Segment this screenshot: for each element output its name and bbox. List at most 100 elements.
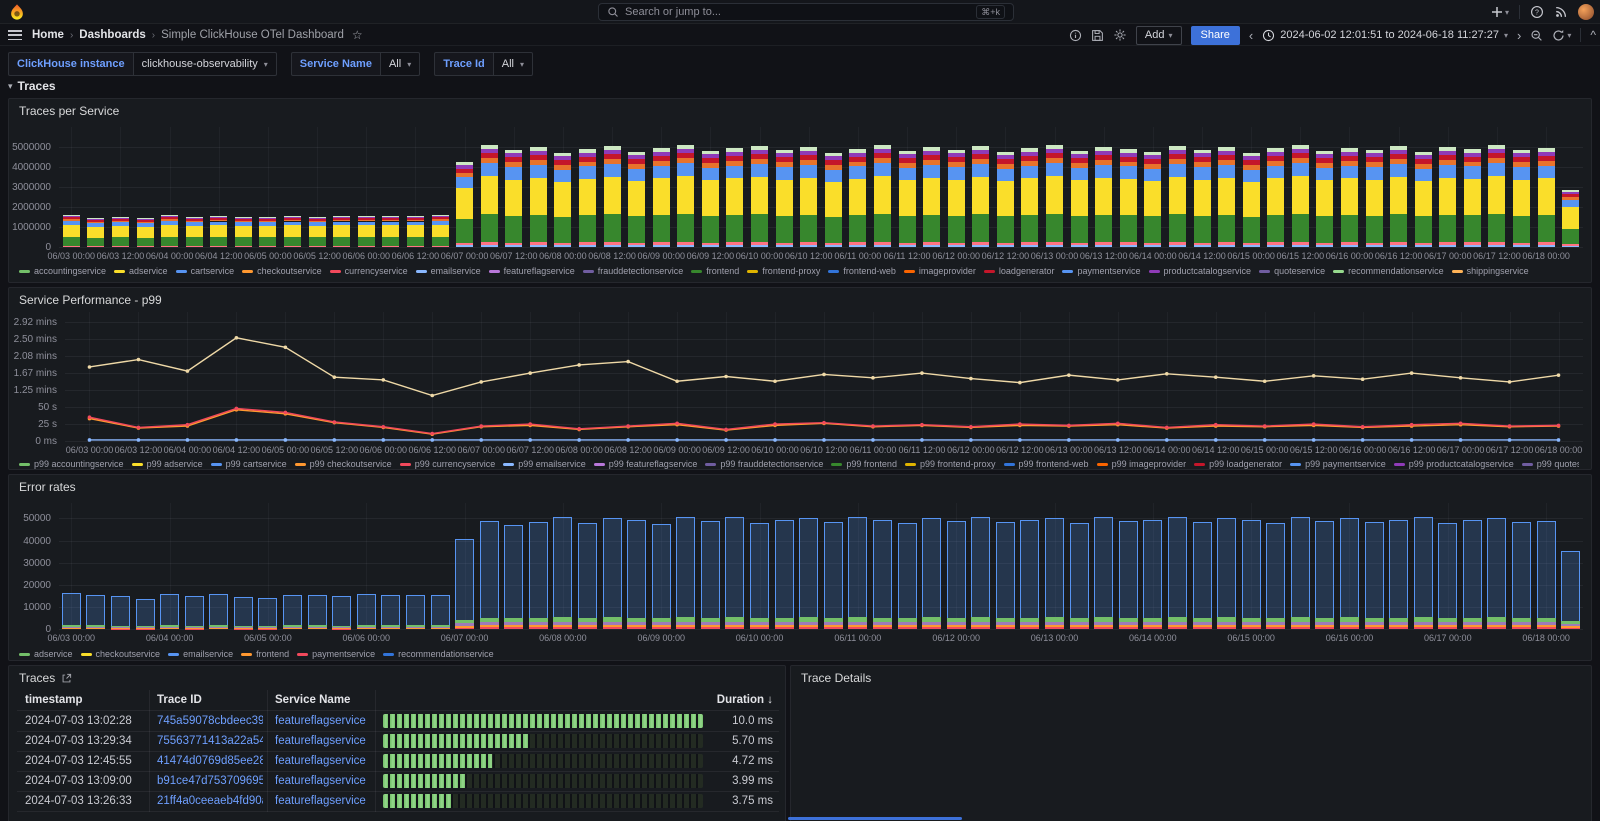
grafana-logo[interactable] xyxy=(8,3,26,21)
legend-item[interactable]: recommendationservice xyxy=(1333,266,1444,276)
legend-item[interactable]: p99 imageprovider xyxy=(1097,459,1187,469)
search-input[interactable]: Search or jump to... ⌘+k xyxy=(598,3,1014,21)
legend-item[interactable]: checkoutservice xyxy=(81,649,161,659)
news-button[interactable] xyxy=(1554,5,1568,19)
col-header-trace-id[interactable]: Trace ID xyxy=(157,694,202,706)
new-button[interactable]: ▾ xyxy=(1491,6,1509,18)
legend-item[interactable]: frauddetectionservice xyxy=(583,266,684,276)
menu-toggle-icon[interactable] xyxy=(8,30,22,40)
legend-item[interactable]: adservice xyxy=(114,266,168,276)
panel-title[interactable]: Service Performance - p99 xyxy=(19,293,162,307)
bar-segment-paymentservice xyxy=(381,628,400,629)
legend-item[interactable]: shippingservice xyxy=(1452,266,1529,276)
panel-title[interactable]: Trace Details xyxy=(801,671,871,685)
legend-item[interactable]: imageprovider xyxy=(904,266,976,276)
legend-item[interactable]: emailservice xyxy=(168,649,233,659)
variable-value-dropdown[interactable]: All▾ xyxy=(493,52,533,76)
time-range-picker[interactable]: 2024-06-02 12:01:51 to 2024-06-18 11:27:… xyxy=(1262,29,1508,42)
share-button[interactable]: Share xyxy=(1191,26,1240,45)
panel-title[interactable]: Error rates xyxy=(19,480,76,494)
legend-item[interactable]: cartservice xyxy=(176,266,235,276)
cell-trace-id-link[interactable]: b91ce47d753709695f1d... xyxy=(157,775,263,787)
legend-item[interactable]: loadgenerator xyxy=(984,266,1055,276)
cell-service-link[interactable]: featureflagservice xyxy=(275,735,366,747)
legend-item[interactable]: p99 quoteservice xyxy=(1522,459,1579,469)
panel-title-text[interactable]: Traces xyxy=(19,671,55,685)
external-link-icon[interactable] xyxy=(61,673,72,684)
breadcrumb-item[interactable]: Home xyxy=(32,29,64,41)
bar-segment-productcatalogservice xyxy=(1439,151,1456,155)
legend-item[interactable]: p99 featureflagservice xyxy=(594,459,698,469)
legend-item[interactable]: p99 frontend-proxy xyxy=(905,459,996,469)
breadcrumb-item[interactable]: Dashboards xyxy=(79,29,145,41)
bar-segment-productcatalogservice xyxy=(456,165,473,168)
favorite-star-icon[interactable]: ☆ xyxy=(352,28,363,42)
legend-item[interactable]: p99 productcatalogservice xyxy=(1394,459,1514,469)
horizontal-scrollbar-thumb[interactable] xyxy=(788,817,962,820)
legend-item[interactable]: frontend-web xyxy=(828,266,896,276)
cell-trace-id-link[interactable]: 21ff4a0ceeaeb4fd90af0... xyxy=(157,795,263,807)
dashboard-settings-button[interactable] xyxy=(1113,28,1127,42)
variable-value-dropdown[interactable]: All▾ xyxy=(380,52,420,76)
bar-segment-loadgenerator xyxy=(800,155,817,160)
legend-item[interactable]: p99 loadgenerator xyxy=(1194,459,1282,469)
cell-trace-id-link[interactable]: 75563771413a22a54618... xyxy=(157,735,263,747)
save-dashboard-button[interactable] xyxy=(1091,29,1104,42)
bar-segment-productcatalogservice xyxy=(1415,155,1432,159)
legend-item[interactable]: p99 cartservice xyxy=(211,459,287,469)
legend-item[interactable]: paymentservice xyxy=(297,649,375,659)
legend-item[interactable]: featureflagservice xyxy=(489,266,575,276)
panel-title[interactable]: Traces per Service xyxy=(19,104,119,118)
user-avatar[interactable] xyxy=(1578,4,1594,20)
bar-segment-frontend-proxy xyxy=(382,225,399,236)
bar-segment-currencyservice xyxy=(1169,242,1186,245)
legend-item[interactable]: p99 frauddetectionservice xyxy=(705,459,823,469)
legend-item[interactable]: p99 frontend xyxy=(831,459,897,469)
legend-item[interactable]: checkoutservice xyxy=(242,266,322,276)
legend-item[interactable]: currencyservice xyxy=(330,266,408,276)
breadcrumb-item[interactable]: Simple ClickHouse OTel Dashboard xyxy=(161,29,344,41)
legend-item[interactable]: quoteservice xyxy=(1259,266,1325,276)
section-row-traces[interactable]: ▾ Traces xyxy=(8,79,56,93)
legend-item[interactable]: accountingservice xyxy=(19,266,106,276)
x-axis-label: 06/07 00:00 xyxy=(441,633,489,643)
dashboard-insights-button[interactable] xyxy=(1069,29,1082,42)
legend-item[interactable]: p99 paymentservice xyxy=(1290,459,1386,469)
legend-item[interactable]: productcatalogservice xyxy=(1149,266,1252,276)
help-button[interactable]: ? xyxy=(1530,5,1544,19)
cell-service-link[interactable]: featureflagservice xyxy=(275,715,366,727)
col-header-service-name[interactable]: Service Name xyxy=(275,694,350,706)
time-shift-back-button[interactable]: ‹ xyxy=(1249,29,1253,42)
time-shift-forward-button[interactable]: › xyxy=(1517,29,1521,42)
legend-item[interactable]: frontend-proxy xyxy=(747,266,820,276)
legend-item[interactable]: emailservice xyxy=(416,266,481,276)
legend-item[interactable]: p99 accountingservice xyxy=(19,459,124,469)
variable-value-dropdown[interactable]: clickhouse-observability▾ xyxy=(133,52,277,76)
legend-item[interactable]: adservice xyxy=(19,649,73,659)
legend-item[interactable]: p99 adservice xyxy=(132,459,203,469)
cell-trace-id-link[interactable]: 41474d0769d85ee2828... xyxy=(157,755,263,767)
cell-service-link[interactable]: featureflagservice xyxy=(275,775,366,787)
col-header-duration[interactable]: Duration ↓ xyxy=(703,694,773,706)
legend-item[interactable]: p99 checkoutservice xyxy=(295,459,392,469)
legend-item[interactable]: frontend xyxy=(691,266,739,276)
cell-service-link[interactable]: featureflagservice xyxy=(275,755,366,767)
cell-trace-id-link[interactable]: 745a59078cbdeec39b7... xyxy=(157,715,263,727)
refresh-button[interactable]: ▾ xyxy=(1552,29,1571,42)
add-button[interactable]: Add▾ xyxy=(1136,26,1182,45)
bar-segment-recommendationservice xyxy=(1316,151,1333,154)
legend-item[interactable]: frontend xyxy=(241,649,289,659)
legend-item[interactable]: paymentservice xyxy=(1062,266,1140,276)
bar-segment-checkoutservice xyxy=(553,622,572,625)
kiosk-mode-button[interactable]: ^ xyxy=(1590,28,1596,42)
legend-item[interactable]: p99 emailservice xyxy=(503,459,586,469)
legend-item[interactable]: recommendationservice xyxy=(383,649,494,659)
zoom-out-time-button[interactable] xyxy=(1530,29,1543,42)
col-header-timestamp[interactable]: timestamp xyxy=(25,694,83,706)
legend-item[interactable]: p99 currencyservice xyxy=(400,459,496,469)
cell-service-link[interactable]: featureflagservice xyxy=(275,795,366,807)
bar-segment-currencyservice xyxy=(677,242,694,245)
panel-traces-table: Traces timestamp Trace ID Service Name Dura… xyxy=(8,665,786,821)
bar-segment-checkoutservice xyxy=(1193,622,1212,625)
legend-item[interactable]: p99 frontend-web xyxy=(1004,459,1089,469)
